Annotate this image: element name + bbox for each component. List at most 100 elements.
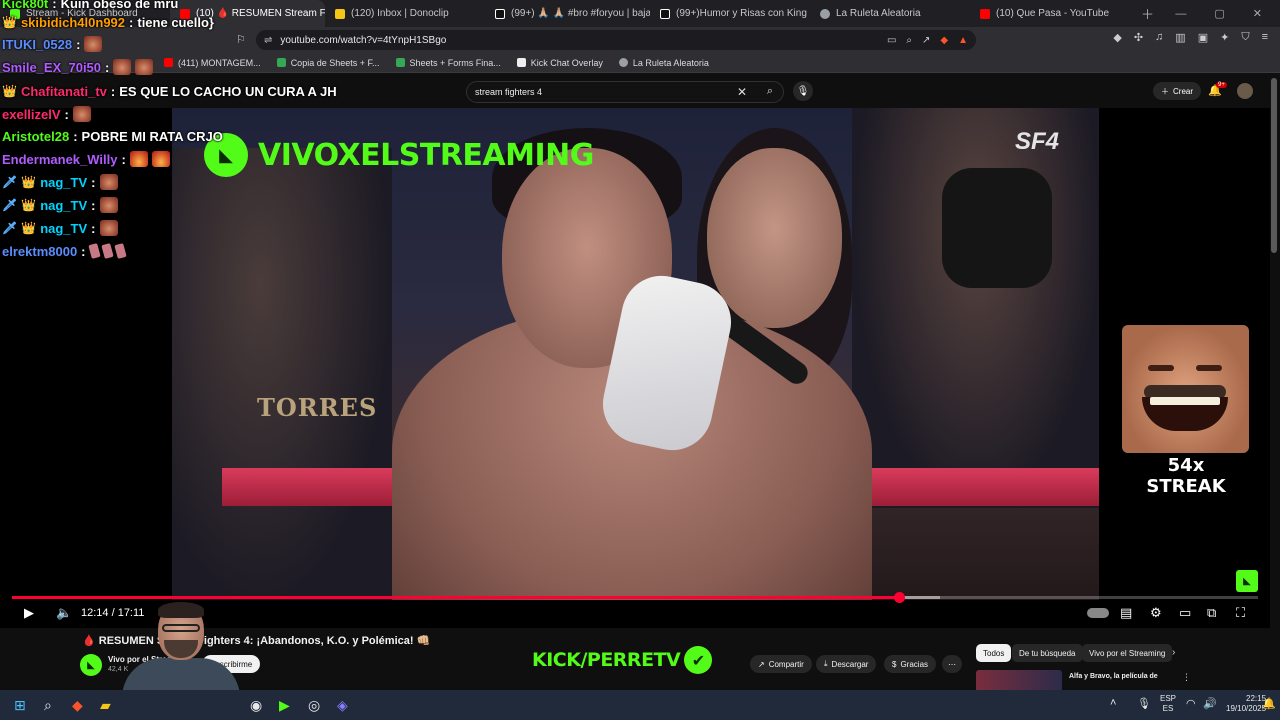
language-indicator[interactable]: ESP ES (1160, 694, 1176, 714)
close-window-button[interactable]: ✕ (1253, 7, 1262, 20)
chat-username: ITUKI_0528 (2, 36, 73, 52)
camera-operator (942, 168, 1052, 288)
url-bar[interactable]: ⇌ youtube.com/watch?v=4tYnpH1SBgo ▭ ⌕ ↗ … (256, 30, 976, 50)
obs-icon[interactable]: ◉ (250, 697, 262, 714)
download-icon: ⤓ (824, 659, 828, 668)
tab-title: La Ruleta Aleatoria (836, 8, 921, 19)
meme-eye (1148, 365, 1174, 371)
tray-overflow-icon[interactable]: ˄ (1110, 697, 1116, 709)
file-explorer-icon[interactable]: ▰ (100, 697, 111, 714)
chip-label: Todos (983, 648, 1005, 658)
emote-icon (99, 197, 118, 213)
tab-tiktok-king-leon[interactable]: (99+)Humor y Risas con King Leon y (650, 0, 810, 27)
windows-start-icon[interactable]: ⊞ (14, 697, 26, 714)
create-button[interactable]: ＋ Crear (1153, 82, 1202, 100)
recommended-title[interactable]: Alfa y Bravo, la película de (1069, 672, 1169, 681)
zoom-icon[interactable]: ⌕ (906, 35, 912, 46)
cast-icon[interactable]: ⧉ (1207, 605, 1216, 621)
kick-app-icon[interactable]: ▶ (279, 697, 290, 714)
tab-title: (99+) 🙏🏼 🙏🏼 #bro #foryou | bajato (511, 8, 650, 19)
extension-icon[interactable]: ◆ (1113, 31, 1121, 44)
shirt-print: TORRES (257, 393, 378, 422)
search-icon[interactable]: ⌕ (44, 697, 52, 714)
url-bar-actions: ▭ ⌕ ↗ ◆ ▲ (887, 35, 976, 46)
media-icon[interactable]: ♫ (1155, 31, 1163, 44)
subtitles-icon[interactable]: ▤ (1120, 605, 1132, 621)
webcam-hair (158, 602, 204, 618)
chip-channel[interactable]: Vivo por el Streaming (1082, 644, 1173, 662)
chat-username: nag_TV (40, 197, 88, 213)
cast-icon[interactable]: ▭ (887, 35, 896, 46)
clear-search-icon[interactable]: ✕ (737, 85, 747, 99)
chip-from-search[interactable]: De tu búsqueda (1012, 644, 1083, 662)
vpn-icon[interactable]: ⛉ (1241, 31, 1249, 44)
bookmark-ruleta[interactable]: La Ruleta Aleatoria (618, 58, 709, 68)
share-button[interactable]: ↗ Compartir (750, 655, 812, 673)
plus-icon: ＋ (1161, 86, 1169, 96)
chat-message: elrektm8000: (2, 241, 127, 261)
brave-shield-icon[interactable]: ◆ (940, 35, 948, 46)
thanks-button[interactable]: $ Gracias (884, 655, 937, 673)
tiktok-favicon-icon (660, 8, 670, 19)
scrubber-handle[interactable] (894, 592, 906, 603)
create-label: Crear (1173, 86, 1194, 96)
notifications-icon[interactable]: 🔔 (1262, 697, 1276, 710)
screen: Stream - Kick Dashboard (10) 🩸 RESUMEN S… (0, 0, 1280, 720)
system-clock[interactable]: 22:15 19/10/2025 (1226, 694, 1266, 714)
fullscreen-icon[interactable]: ⛶ (1236, 605, 1245, 621)
maximize-button[interactable]: ▢ (1214, 7, 1224, 20)
bookmark-sheets-forms[interactable]: Sheets + Forms Fina... (395, 58, 501, 68)
share-icon: ↗ (758, 659, 765, 669)
bookmark-label: Kick Chat Overlay (530, 57, 603, 68)
ai-icon[interactable]: ✦ (1220, 31, 1229, 44)
emote-icon (72, 106, 91, 122)
download-label: Descargar (831, 659, 869, 669)
volume-tray-icon[interactable]: 🔊 (1203, 697, 1217, 710)
wallet-icon[interactable]: ▣ (1198, 31, 1208, 44)
more-actions-button[interactable]: ⋯ (942, 655, 962, 673)
channel-avatar[interactable]: ◣ (80, 654, 102, 676)
thanks-label: Gracias (900, 659, 929, 669)
document-icon (516, 58, 526, 67)
search-input[interactable]: stream fighters 4 ✕ ⌕ (466, 81, 784, 103)
controller-icon[interactable]: ◎ (308, 697, 320, 714)
youtube-favicon-icon (980, 8, 990, 19)
settings-icon[interactable]: ⚙ (1150, 605, 1162, 621)
recommended-thumbnail[interactable] (976, 670, 1062, 692)
microphone-tray-icon[interactable]: 🎙 (1137, 697, 1151, 710)
recommended-menu-icon[interactable]: ⋮ (1182, 672, 1191, 683)
account-avatar[interactable] (1237, 83, 1253, 99)
tab-tiktok-bajato[interactable]: (99+) 🙏🏼 🙏🏼 #bro #foryou | bajato (485, 0, 650, 27)
chat-message: 🗡 👑 nag_TV: (2, 218, 118, 238)
bookmark-kick-chat-overlay[interactable]: Kick Chat Overlay (516, 57, 603, 68)
sidebar-icon[interactable]: ▥ (1175, 31, 1185, 44)
chat-username: Chafitanati_tv (20, 83, 107, 99)
chat-message: 🗡 👑 nag_TV: (2, 195, 118, 215)
page-scrollbar[interactable] (1271, 78, 1277, 253)
chips-next-icon[interactable]: › (1172, 647, 1175, 658)
brave-browser-icon[interactable]: ◆ (72, 697, 83, 714)
minimize-button[interactable]: — (1175, 8, 1186, 20)
app-icon[interactable]: ◈ (337, 697, 348, 714)
tab-ruleta-aleatoria[interactable]: La Ruleta Aleatoria (810, 0, 970, 27)
chat-username: nag_TV (40, 174, 88, 190)
new-tab-button[interactable]: ＋ (1141, 4, 1154, 23)
roulette-favicon-icon (618, 58, 628, 67)
chip-all[interactable]: Todos (976, 644, 1012, 662)
share-icon[interactable]: ↗ (922, 35, 930, 46)
menu-icon[interactable]: ≡ (1262, 31, 1268, 44)
chip-label: De tu búsqueda (1019, 648, 1076, 658)
volume-icon[interactable]: 🔈 (56, 605, 72, 621)
lang-secondary: ES (1162, 704, 1174, 713)
fire-emote-icon (129, 151, 148, 167)
download-button[interactable]: ⤓ Descargar (816, 655, 877, 673)
search-icon[interactable]: ⌕ (767, 85, 773, 98)
brave-rewards-icon[interactable]: ▲ (958, 35, 968, 46)
miniplayer-icon[interactable]: ▭ (1179, 605, 1191, 621)
puzzle-icon[interactable]: ✣ (1134, 31, 1143, 44)
wifi-icon[interactable]: ◠ (1186, 697, 1196, 710)
autoplay-toggle[interactable] (1087, 608, 1109, 618)
play-icon[interactable]: ▶ (24, 605, 34, 621)
tab-que-pasa[interactable]: (10) Que Pasa - YouTube (970, 0, 1135, 27)
voice-search-icon[interactable]: 🎙 (793, 81, 813, 101)
